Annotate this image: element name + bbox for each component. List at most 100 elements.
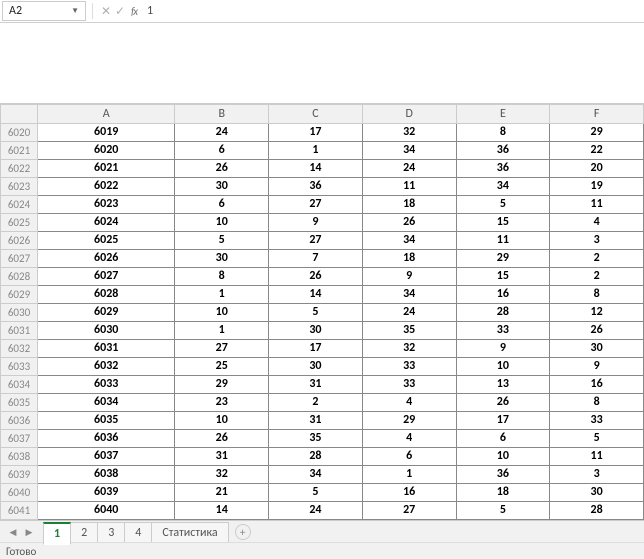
cell[interactable]: 36 [456,160,550,178]
cell[interactable]: 6033 [38,376,175,394]
cell[interactable]: 4 [550,214,644,232]
cell[interactable]: 9 [456,340,550,358]
table-row[interactable]: 6027602630718292 [1,250,644,268]
table-row[interactable]: 6029602811434168 [1,286,644,304]
cell[interactable]: 8 [175,268,269,286]
cell[interactable]: 6024 [38,214,175,232]
table-row[interactable]: 602860278269152 [1,268,644,286]
table-row[interactable]: 60316030130353326 [1,322,644,340]
cell[interactable]: 14 [269,160,363,178]
cell[interactable]: 26 [456,394,550,412]
row-header[interactable]: 6023 [1,178,38,196]
row-header[interactable]: 6028 [1,268,38,286]
row-header[interactable]: 6040 [1,484,38,502]
cell[interactable]: 6028 [38,286,175,304]
cell[interactable]: 14 [269,286,363,304]
cell[interactable]: 27 [362,502,456,520]
cell[interactable]: 6039 [38,484,175,502]
cell[interactable]: 36 [269,178,363,196]
cell[interactable]: 6025 [38,232,175,250]
cell[interactable]: 19 [550,178,644,196]
row-header[interactable]: 6031 [1,322,38,340]
row-header[interactable]: 6041 [1,502,38,520]
cell[interactable]: 27 [175,340,269,358]
cell[interactable]: 29 [175,376,269,394]
cell[interactable]: 26 [550,322,644,340]
cell[interactable]: 13 [456,376,550,394]
cell[interactable]: 20 [550,160,644,178]
table-row[interactable]: 60326031271732930 [1,340,644,358]
cell[interactable]: 16 [550,376,644,394]
cell[interactable]: 2 [550,268,644,286]
cell[interactable]: 29 [362,412,456,430]
cell[interactable]: 1 [175,286,269,304]
cell[interactable]: 6 [456,430,550,448]
row-header[interactable]: 6024 [1,196,38,214]
fx-icon[interactable]: fx [127,5,141,18]
row-header[interactable]: 6033 [1,358,38,376]
cell[interactable]: 5 [550,430,644,448]
cell[interactable]: 6037 [38,448,175,466]
table-row[interactable]: 60206019241732829 [1,124,644,142]
sheet-tab[interactable]: 2 [70,522,98,543]
cell[interactable]: 26 [269,268,363,286]
cell[interactable]: 24 [362,160,456,178]
table-row[interactable]: 60406039215161830 [1,484,644,502]
cell[interactable]: 6036 [38,430,175,448]
cell[interactable]: 6031 [38,340,175,358]
col-header[interactable]: D [362,105,456,124]
cell[interactable]: 26 [175,430,269,448]
row-header[interactable]: 6021 [1,142,38,160]
cell[interactable]: 30 [175,178,269,196]
cell[interactable]: 11 [456,232,550,250]
cell[interactable]: 6 [175,142,269,160]
cell[interactable]: 30 [550,340,644,358]
cell[interactable]: 36 [456,142,550,160]
col-header[interactable]: E [456,105,550,124]
cell[interactable]: 28 [550,502,644,520]
cell[interactable]: 31 [269,376,363,394]
cell[interactable]: 23 [175,394,269,412]
table-row[interactable]: 60306029105242812 [1,304,644,322]
cell[interactable]: 24 [175,124,269,142]
cell[interactable]: 6022 [38,178,175,196]
cell[interactable]: 5 [456,502,550,520]
cell[interactable]: 8 [550,394,644,412]
cell[interactable]: 33 [362,376,456,394]
cell[interactable]: 6 [175,196,269,214]
cell[interactable]: 16 [456,286,550,304]
add-sheet-button[interactable]: + [235,524,251,540]
cell[interactable]: 6038 [38,466,175,484]
cell[interactable]: 3 [550,232,644,250]
cell[interactable]: 17 [456,412,550,430]
cell[interactable]: 15 [456,268,550,286]
table-row[interactable]: 602260212614243620 [1,160,644,178]
cell[interactable]: 2 [269,394,363,412]
cell[interactable]: 33 [362,358,456,376]
sheet-tab[interactable]: 3 [97,522,125,543]
col-header[interactable]: F [550,105,644,124]
formula-input[interactable]: 1 [141,4,644,18]
cell[interactable]: 34 [456,178,550,196]
row-header[interactable]: 6026 [1,232,38,250]
sheet-tab[interactable]: 4 [124,522,152,543]
tab-next-icon[interactable]: ▶ [22,525,36,539]
name-box[interactable]: A2 ▼ [2,1,86,21]
cell[interactable]: 35 [269,430,363,448]
cell[interactable]: 32 [362,124,456,142]
cell[interactable]: 30 [269,322,363,340]
col-header[interactable]: B [175,105,269,124]
cell[interactable]: 31 [175,448,269,466]
cell[interactable]: 31 [269,412,363,430]
col-header[interactable]: C [269,105,363,124]
row-header[interactable]: 6032 [1,340,38,358]
cell[interactable]: 5 [269,304,363,322]
cell[interactable]: 29 [456,250,550,268]
chevron-down-icon[interactable]: ▼ [71,6,79,16]
cell[interactable]: 5 [269,484,363,502]
cell[interactable]: 5 [456,196,550,214]
cell[interactable]: 33 [456,322,550,340]
cell[interactable]: 22 [550,142,644,160]
table-row[interactable]: 603560342324268 [1,394,644,412]
table-row[interactable]: 6025602410926154 [1,214,644,232]
